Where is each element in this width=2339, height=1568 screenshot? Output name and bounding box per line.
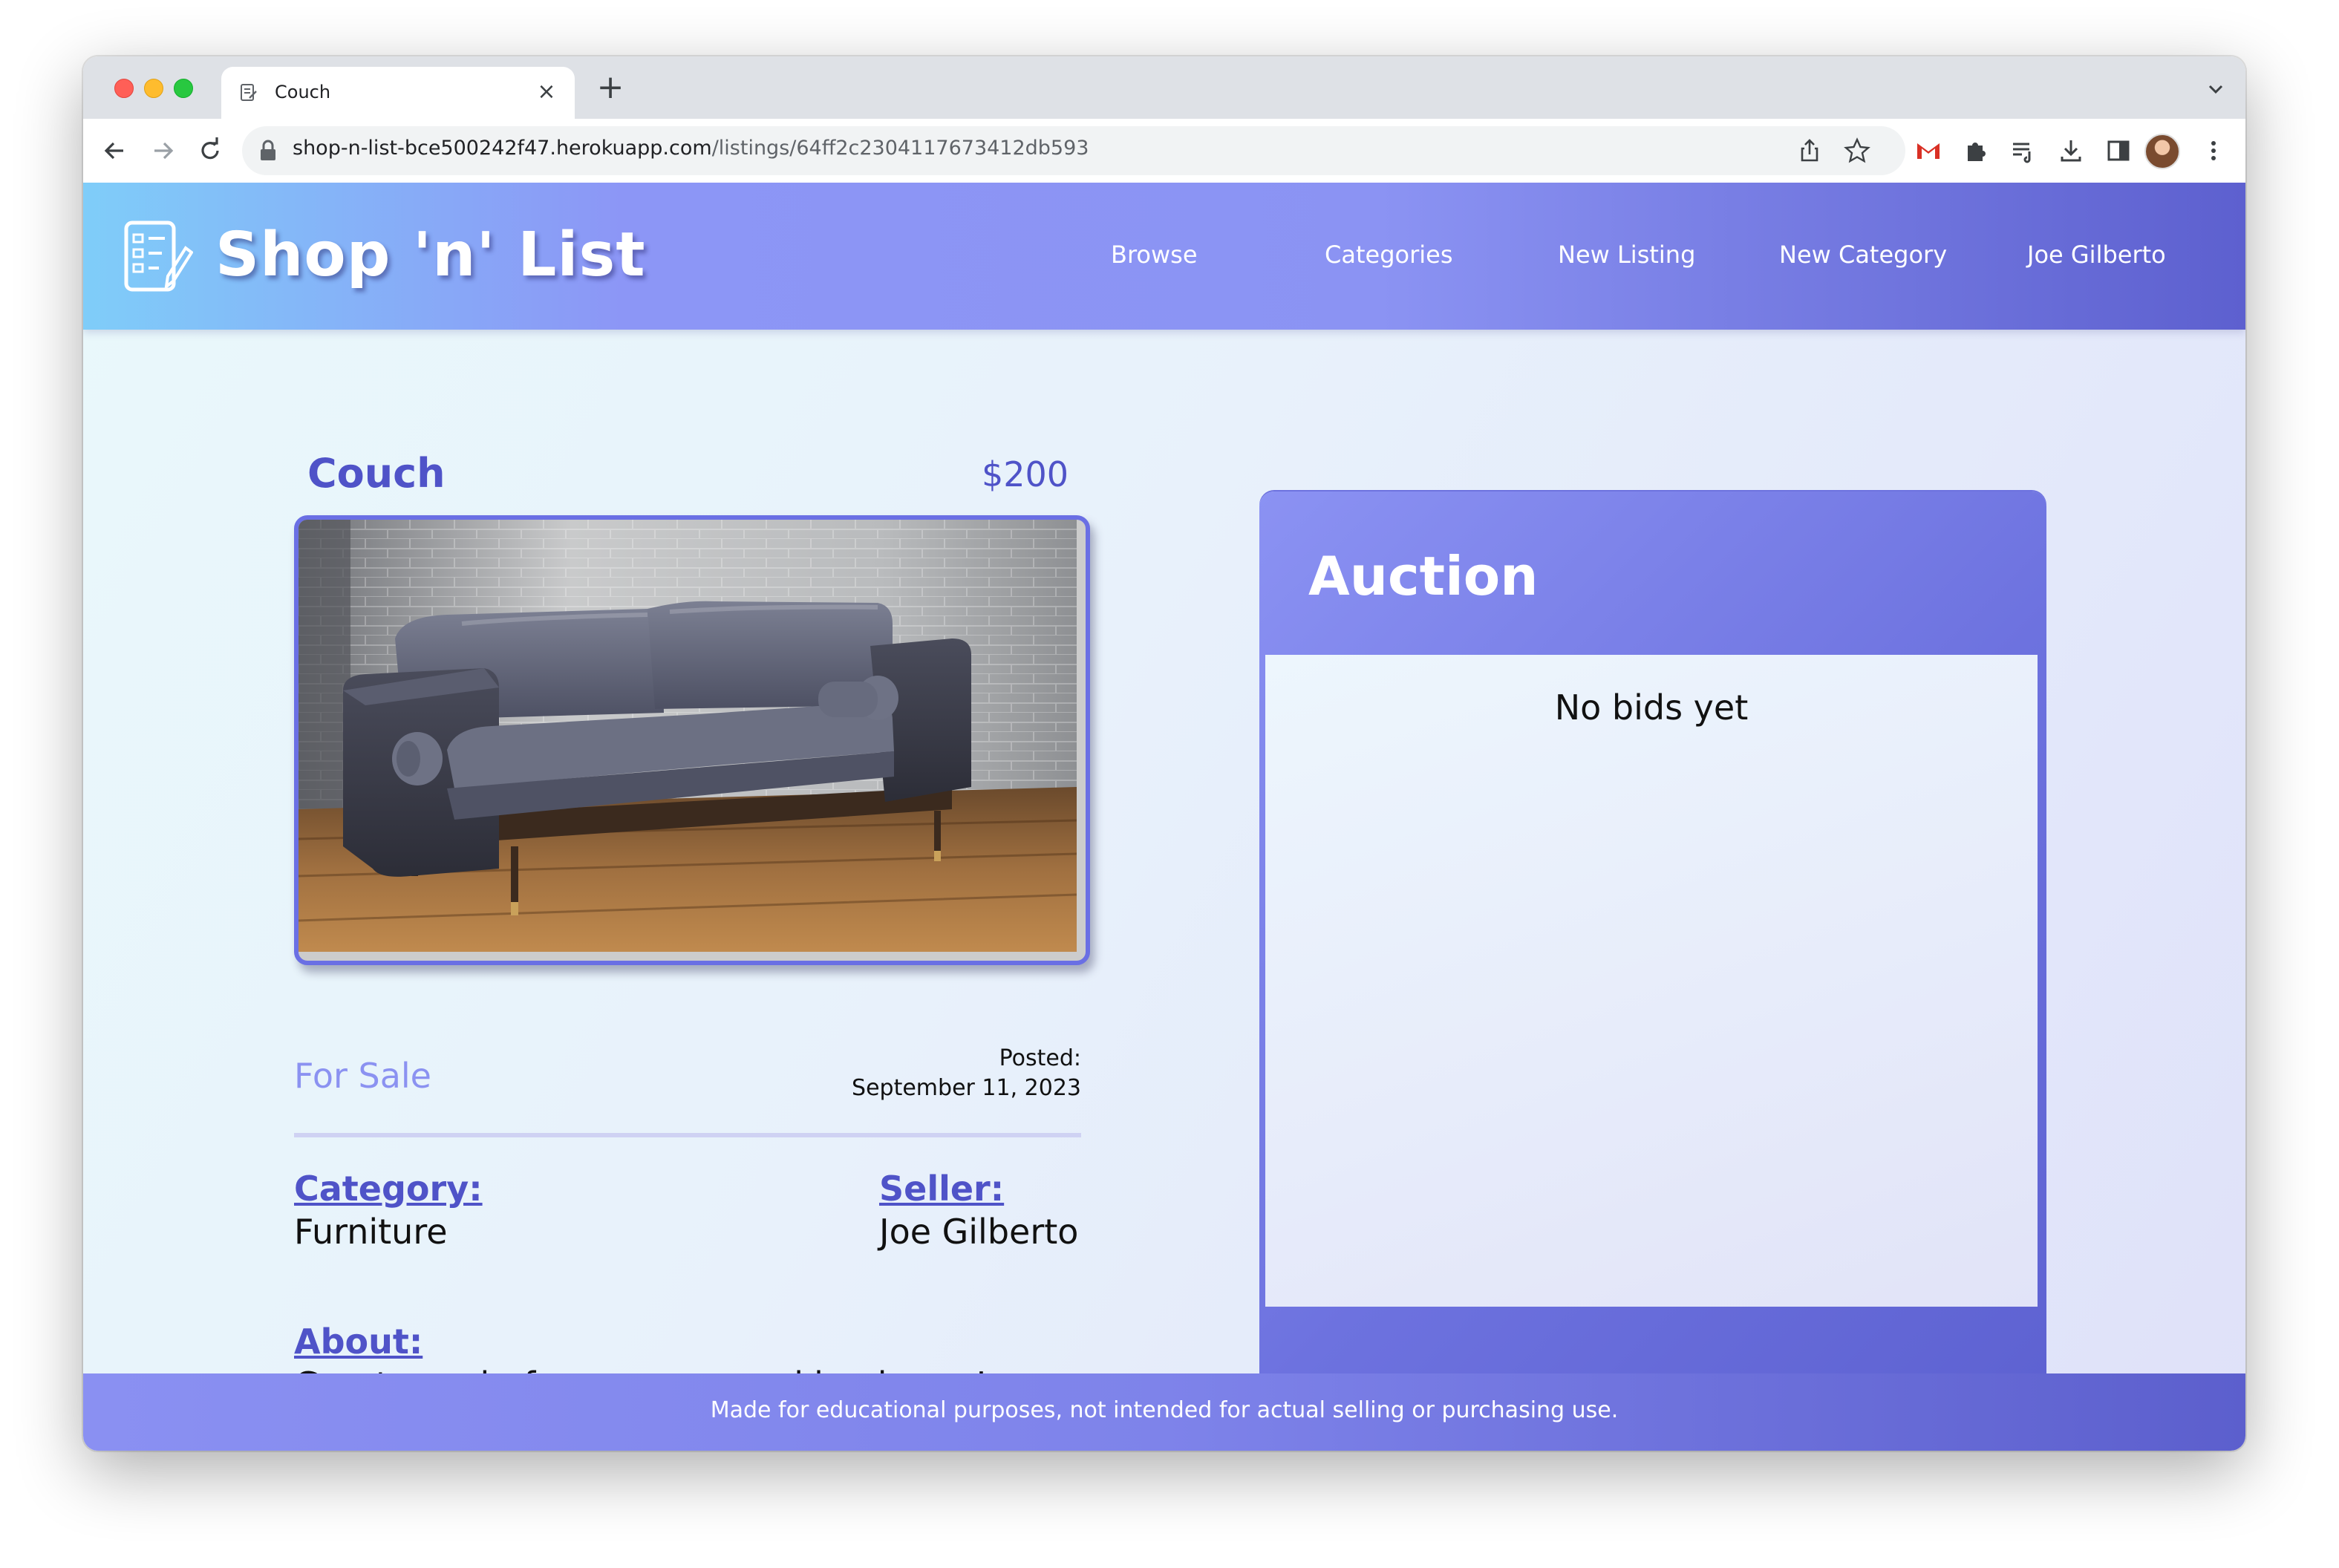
tab-strip: Couch × + [83, 56, 2245, 119]
listing-price: $200 [982, 454, 1069, 494]
posted-date: September 11, 2023 [852, 1075, 1081, 1101]
seller-label[interactable]: Seller: [879, 1169, 1004, 1209]
back-arrow-icon[interactable] [98, 134, 132, 168]
more-menu-icon[interactable] [2199, 137, 2228, 165]
reload-icon[interactable] [193, 134, 227, 168]
url-text: shop-n-list-bce500242f47.herokuapp.com/l… [293, 137, 1089, 160]
site-brand[interactable]: Shop 'n' List [215, 220, 646, 290]
section-divider [294, 1133, 1081, 1137]
auction-panel: Auction No bids yet [1259, 491, 2046, 1451]
lock-icon [261, 140, 275, 160]
tab-title: Couch [275, 82, 331, 102]
checklist-logo-icon[interactable] [122, 218, 193, 295]
share-icon[interactable] [1795, 137, 1824, 165]
nav-user-profile[interactable]: Joe Gilberto [2027, 241, 2166, 269]
category-value: Furniture [294, 1212, 448, 1252]
forward-arrow-icon[interactable] [146, 134, 180, 168]
url-host: shop-n-list-bce500242f47.herokuapp.com [293, 137, 712, 160]
page-icon [241, 84, 257, 101]
nav-new-category[interactable]: New Category [1779, 241, 1947, 269]
listing-status: For Sale [294, 1056, 431, 1096]
gmail-icon[interactable] [1914, 137, 1942, 165]
seller-value: Joe Gilberto [879, 1212, 1079, 1252]
close-tab-icon[interactable]: × [532, 77, 561, 107]
minimize-window-button[interactable] [144, 79, 163, 98]
site-header: Shop 'n' List Browse Categories New List… [83, 183, 2245, 330]
active-tab[interactable]: Couch × [221, 67, 575, 119]
about-label[interactable]: About: [294, 1322, 423, 1362]
close-window-button[interactable] [114, 79, 134, 98]
no-bids-text: No bids yet [1554, 687, 1749, 728]
side-panel-icon[interactable] [2104, 137, 2133, 165]
new-tab-button[interactable]: + [593, 71, 628, 107]
puzzle-icon[interactable] [1962, 137, 1990, 165]
page-content: Shop 'n' List Browse Categories New List… [83, 183, 2245, 1451]
couch-photo-image [299, 520, 1077, 952]
chevron-down-icon[interactable] [2201, 74, 2231, 104]
browser-window: Couch × + shop-n-list-bce500242f47.herok… [83, 56, 2245, 1451]
footer-text: Made for educational purposes, not inten… [710, 1397, 1619, 1423]
download-icon[interactable] [2057, 137, 2085, 165]
auction-title: Auction [1308, 545, 1539, 607]
site-footer: Made for educational purposes, not inten… [83, 1373, 2245, 1451]
profile-avatar[interactable] [2144, 134, 2180, 169]
reading-list-icon[interactable] [2009, 137, 2038, 165]
maximize-window-button[interactable] [174, 79, 193, 98]
browser-toolbar: shop-n-list-bce500242f47.herokuapp.com/l… [83, 119, 2245, 184]
nav-categories[interactable]: Categories [1325, 241, 1452, 269]
bids-list: No bids yet [1265, 655, 2038, 1307]
listing-photo [294, 515, 1090, 965]
star-icon[interactable] [1843, 137, 1871, 165]
address-bar[interactable]: shop-n-list-bce500242f47.herokuapp.com/l… [242, 126, 1905, 175]
category-label[interactable]: Category: [294, 1169, 483, 1209]
listing-title: Couch [307, 450, 446, 497]
nav-new-listing[interactable]: New Listing [1558, 241, 1695, 269]
nav-browse[interactable]: Browse [1111, 241, 1198, 269]
posted-label: Posted: [999, 1045, 1081, 1071]
url-path: /listings/64ff2c2304117673412db593 [711, 137, 1089, 160]
